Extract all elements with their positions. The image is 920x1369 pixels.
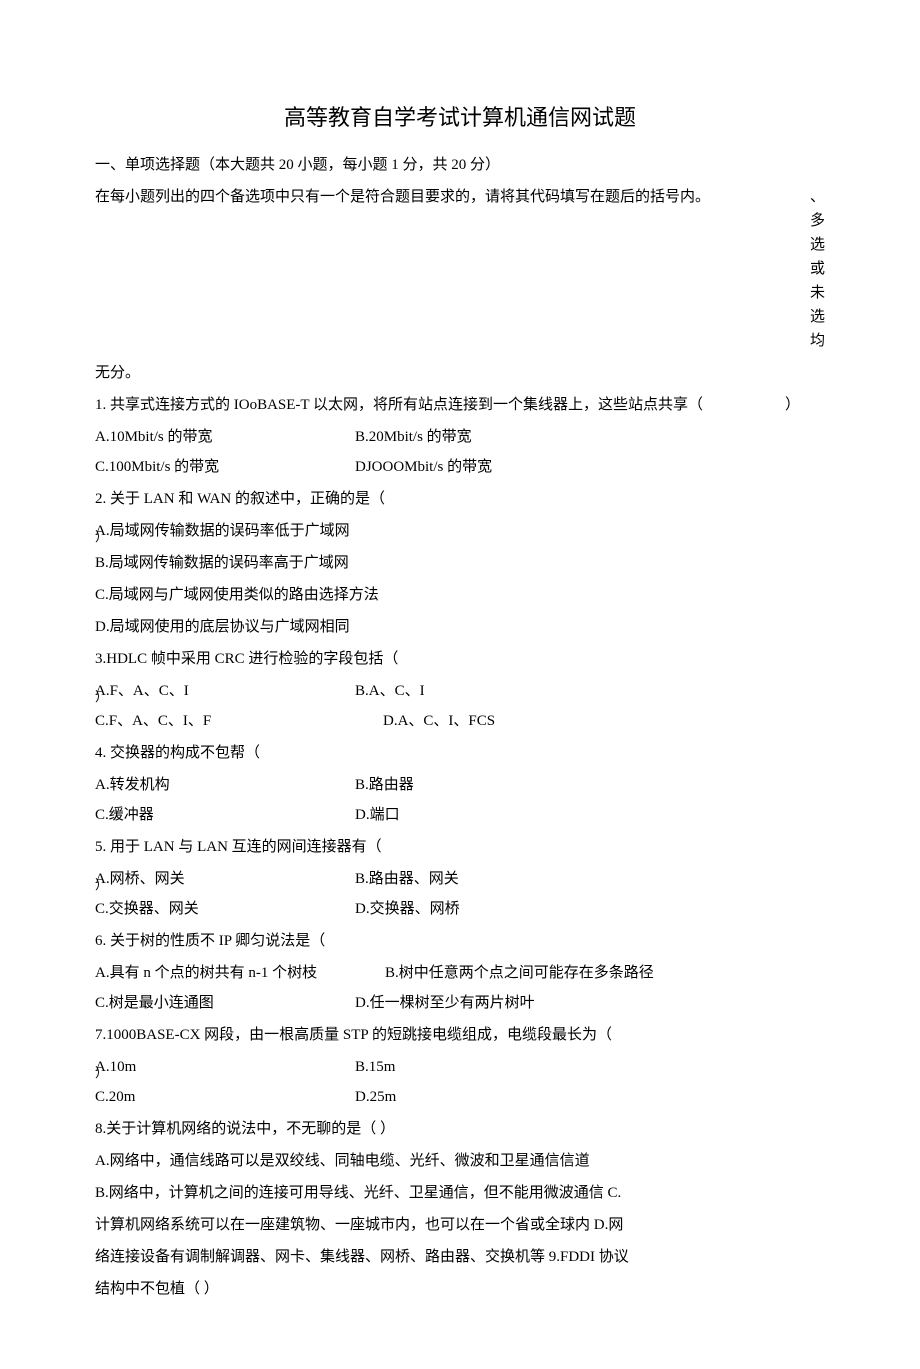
q2-option-b: B.局域网传输数据的误码率高于广域网 [95, 551, 825, 575]
q2-paren: ） [95, 527, 108, 548]
q7-paren: ） [95, 1063, 108, 1084]
instructions-text: 在每小题列出的四个备选项中只有一个是符合题目要求的，请将其代码填写在题后的括号内… [95, 185, 810, 353]
q4-option-c: C.缓冲器 [95, 803, 355, 827]
q8-line1: 8.关于计算机网络的说法中，不无聊的是（ ） [95, 1117, 825, 1141]
page-title: 高等教育自学考试计算机通信网试题 [95, 100, 825, 135]
q7-option-b: B.15m [355, 1055, 825, 1079]
instructions-right: 、多选或未选均 [810, 185, 825, 353]
q3-option-c: C.F、A、C、I、F [95, 709, 355, 733]
q5-stem: 5. 用于 LAN 与 LAN 互连的网间连接器有（ [95, 835, 825, 859]
q9-stem: 结构中不包植（ ） [95, 1277, 825, 1301]
section-header: 一、单项选择题（本大题共 20 小题，每小题 1 分，共 20 分） [95, 153, 825, 177]
q5-option-a: A.网桥、网关 [95, 871, 185, 887]
q6-option-d: D.任一棵树至少有两片树叶 [355, 991, 825, 1015]
q3-stem: 3.HDLC 帧中采用 CRC 进行检验的字段包括（ [95, 647, 825, 671]
q7-stem: 7.1000BASE-CX 网段，由一根高质量 STP 的短跳接电缆组成，电缆段… [95, 1023, 825, 1047]
q3-option-b: B.A、C、I [355, 679, 825, 703]
q3-paren: ） [95, 687, 108, 708]
q7-option-c: C.20m [95, 1085, 355, 1109]
q8-line3: B.网络中，计算机之间的连接可用导线、光纤、卫星通信，但不能用微波通信 C. [95, 1181, 825, 1205]
q4-stem: 4. 交换器的构成不包帮（ [95, 741, 825, 765]
q4-option-d: D.端口 [355, 803, 825, 827]
q4-option-a: A.转发机构 [95, 773, 355, 797]
q6-option-b: B.树中任意两个点之间可能存在多条路径 [385, 961, 825, 985]
q8-line4: 计算机网络系统可以在一座建筑物、一座城市内，也可以在一个省或全球内 D.网 [95, 1213, 825, 1237]
q4-option-b: B.路由器 [355, 773, 825, 797]
q1-paren: ） [785, 393, 825, 417]
q3-option-a: A.F、A、C、I [95, 683, 189, 699]
instructions-cont: 无分。 [95, 361, 825, 385]
q2-option-c: C.局域网与广域网使用类似的路由选择方法 [95, 583, 825, 607]
q2-option-a: A.局域网传输数据的误码率低于广域网 [95, 523, 350, 539]
q8-line5: 络连接设备有调制解调器、网卡、集线器、网桥、路由器、交换机等 9.FDDI 协议 [95, 1245, 825, 1269]
q2-option-d: D.局域网使用的底层协议与广域网相同 [95, 615, 825, 639]
q7-option-d: D.25m [355, 1085, 825, 1109]
q1-option-a: A.10Mbit/s 的带宽 [95, 425, 355, 449]
q6-stem: 6. 关于树的性质不 IP 卿匀说法是（ [95, 929, 825, 953]
q1-option-d: DJOOOMbit/s 的带宽 [355, 455, 825, 479]
q1-stem: 1. 共享式连接方式的 IOoBASE-T 以太网，将所有站点连接到一个集线器上… [95, 393, 785, 417]
q2-stem: 2. 关于 LAN 和 WAN 的叙述中，正确的是（ [95, 487, 825, 511]
q5-option-c: C.交换器、网关 [95, 897, 355, 921]
q5-paren: ） [95, 875, 108, 896]
q5-option-d: D.交换器、网桥 [355, 897, 825, 921]
q1-option-b: B.20Mbit/s 的带宽 [355, 425, 825, 449]
q5-option-b: B.路由器、网关 [355, 867, 825, 891]
q6-option-c: C.树是最小连通图 [95, 991, 355, 1015]
q3-option-d: D.A、C、I、FCS [355, 709, 825, 733]
q6-option-a: A.具有 n 个点的树共有 n-1 个树枝 [95, 961, 385, 985]
q8-line2: A.网络中，通信线路可以是双绞线、同轴电缆、光纤、微波和卫星通信信道 [95, 1149, 825, 1173]
q1-option-c: C.100Mbit/s 的带宽 [95, 455, 355, 479]
